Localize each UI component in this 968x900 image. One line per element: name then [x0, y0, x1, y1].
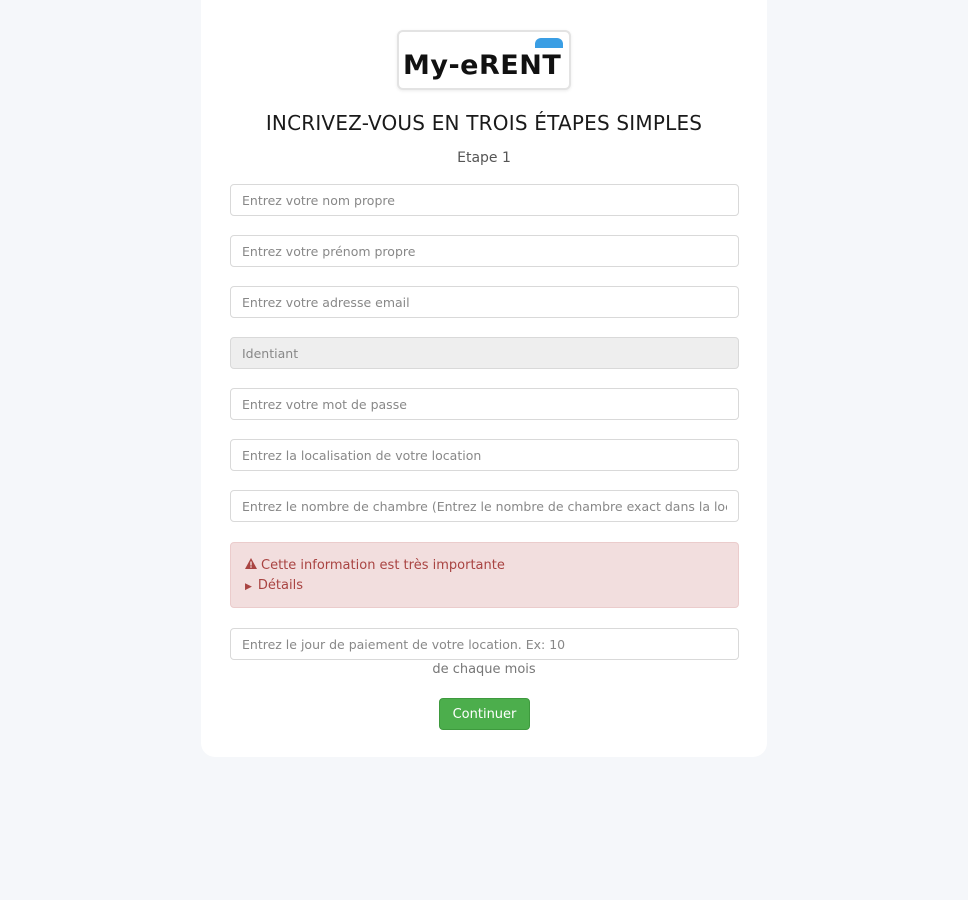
payment-helper-text: de chaque mois [432, 662, 536, 677]
important-info-alert: Cette information est très importante ▶ D… [230, 542, 739, 608]
last-name-field[interactable] [230, 184, 739, 216]
signup-card: My-eRENT INCRIVEZ-VOUS EN TROIS ÉTAPES S… [201, 0, 767, 757]
payment-day-field[interactable] [230, 628, 739, 660]
first-name-field[interactable] [230, 235, 739, 267]
page-title: INCRIVEZ-VOUS EN TROIS ÉTAPES SIMPLES [265, 111, 703, 135]
alert-message-row: Cette information est très importante [245, 558, 505, 573]
email-field[interactable] [230, 286, 739, 318]
location-address-field[interactable] [230, 439, 739, 471]
username-field [230, 337, 739, 369]
disclosure-triangle-icon: ▶ [245, 582, 252, 592]
step-indicator: Etape 1 [457, 150, 511, 166]
password-field[interactable] [230, 388, 739, 420]
warning-icon [245, 558, 257, 573]
logo-text: My-eRENT [403, 50, 562, 81]
details-toggle[interactable]: ▶ Détails [245, 578, 303, 593]
alert-message: Cette information est très importante [261, 558, 505, 573]
continue-button[interactable]: Continuer [439, 698, 530, 730]
brand-logo: My-eRENT [397, 30, 571, 90]
room-count-field[interactable] [230, 490, 739, 522]
details-label: Détails [257, 578, 303, 593]
logo-flag-icon [535, 38, 563, 48]
